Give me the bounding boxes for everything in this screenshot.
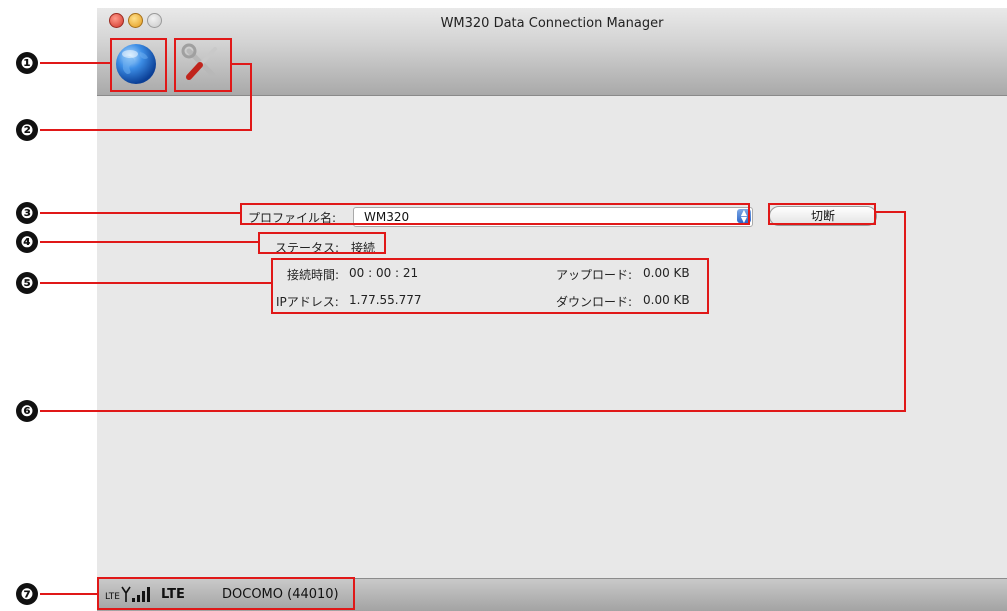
callout-line-2-vertical — [250, 63, 252, 131]
disconnect-button[interactable]: 切断 — [769, 206, 877, 226]
globe-icon — [116, 44, 156, 84]
callout-line-2-top — [232, 63, 252, 65]
callout-marker-5: ❺ — [16, 272, 38, 294]
callout-line-4 — [40, 241, 258, 243]
callout-line-6-vertical — [904, 211, 906, 412]
callout-marker-3: ❸ — [16, 202, 38, 224]
ip-address-label: IPアドレス: — [276, 295, 339, 309]
callout-marker-7: ❼ — [16, 583, 38, 605]
title-bar: WM320 Data Connection Manager — [97, 8, 1007, 96]
settings-toolbar-button[interactable] — [176, 38, 228, 90]
callout-line-3 — [40, 212, 240, 214]
connection-time-value: 00 : 00 : 21 — [349, 266, 419, 280]
app-window: WM320 Data Connection Manager プロファイル名: W… — [97, 8, 1007, 611]
callout-line-7 — [40, 593, 97, 595]
upload-value: 0.00 KB — [643, 266, 690, 280]
callout-line-6-top — [876, 211, 906, 213]
download-label: ダウンロード: — [556, 295, 633, 309]
status-value: 接続 — [351, 241, 376, 255]
status-bar: LTE LTE DOCOMO (44010) — [97, 578, 1007, 611]
select-arrows-icon: ▲ ▼ — [737, 209, 751, 224]
profile-select[interactable]: WM320 ▲ ▼ — [353, 207, 753, 227]
callout-marker-2: ❷ — [16, 119, 38, 141]
connection-time-label: 接続時間: — [287, 268, 340, 282]
tools-icon — [181, 43, 217, 80]
window-title: WM320 Data Connection Manager — [440, 16, 664, 31]
profile-name-label: プロファイル名: — [248, 211, 337, 225]
upload-label: アップロード: — [556, 268, 633, 282]
callout-marker-1: ❶ — [16, 52, 38, 74]
callout-marker-6: ❻ — [16, 400, 38, 422]
profile-select-value: WM320 — [364, 210, 410, 224]
callout-line-6 — [40, 410, 906, 412]
callout-line-2 — [40, 129, 252, 131]
callout-line-5 — [40, 282, 271, 284]
network-type-text: LTE — [161, 587, 185, 602]
connection-toolbar-button[interactable] — [110, 38, 162, 90]
ip-address-value: 1.77.55.777 — [349, 293, 422, 307]
signal-strength-icon — [121, 586, 150, 602]
signal-prefix-text: LTE — [105, 592, 120, 602]
download-value: 0.00 KB — [643, 293, 690, 307]
callout-marker-4: ❹ — [16, 231, 38, 253]
status-label: ステータス: — [275, 241, 340, 255]
carrier-text: DOCOMO (44010) — [222, 587, 339, 602]
callout-line-1 — [40, 62, 110, 64]
